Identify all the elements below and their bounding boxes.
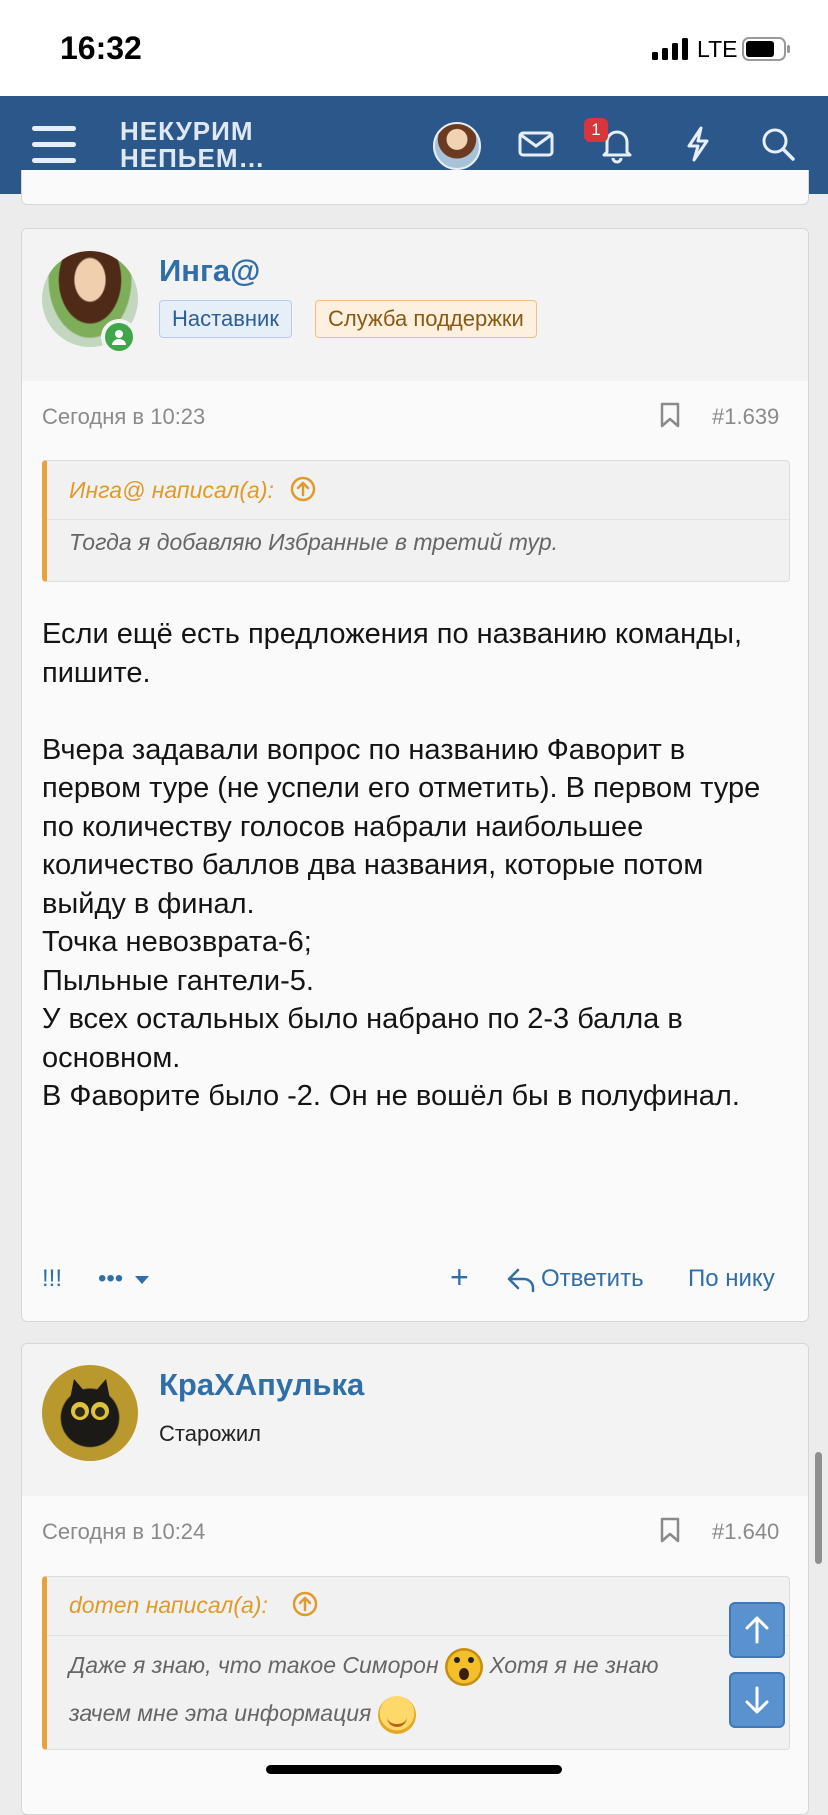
bookmark-icon[interactable] [660,1517,680,1543]
shocked-emoji-icon [445,1647,483,1686]
menu-icon[interactable] [32,126,76,164]
status-time: 16:32 [60,30,142,66]
user-title: Старожил [159,1421,262,1446]
post-date[interactable]: Сегодня в 10:24 [42,1519,205,1545]
scroll-down-button[interactable] [729,1672,785,1728]
author-name[interactable]: Инга@ [159,253,260,289]
previous-post-edge [21,170,809,205]
quote-author[interactable]: domen написал(а): [69,1592,268,1619]
mail-icon[interactable] [516,124,556,164]
quote-text: Даже я знаю, что такое Симорон Хотя я не… [69,1641,769,1737]
scrollbar[interactable] [815,1452,822,1564]
user-avatar[interactable] [433,122,481,170]
logo-line2: НЕПЬЕМ… [120,143,266,173]
by-nick-button[interactable]: По нику [688,1265,775,1293]
notification-badge: 1 [584,118,608,142]
arrow-down-icon [745,1686,769,1714]
quote-separator [47,1635,789,1636]
arrow-up-icon [745,1616,769,1644]
user-badge-mentor: Наставник [159,300,292,338]
signal-icon [652,38,688,60]
caret-down-icon [134,1275,149,1284]
post-paragraph: Точка невозврата-6; [42,926,312,958]
arrow-up-circle-icon[interactable] [290,476,316,502]
cat-image [70,1379,110,1420]
author-name[interactable]: КраХАпулька [159,1367,364,1403]
post-header: Инга@ Наставник Служба поддержки [22,229,808,381]
post-paragraph: У всех остальных было набрано по 2-3 бал… [42,1003,683,1074]
reply-button[interactable]: Ответить [541,1265,644,1293]
quote-block: Инга@ написал(а): Тогда я добавляю Избра… [42,460,790,582]
post-card: КраХАпулька Старожил Сегодня в 10:24 #1.… [21,1343,809,1815]
scroll-up-button[interactable] [729,1602,785,1658]
post-header: КраХАпулька Старожил [22,1344,808,1496]
user-icon [112,330,126,345]
plus-button[interactable]: + [450,1259,469,1296]
search-icon[interactable] [758,124,798,164]
post-blank-line [42,692,792,731]
post-paragraph: Вчера задавали вопрос по названию Фавори… [42,733,761,920]
lightning-icon[interactable] [678,124,718,164]
post-paragraph: В Фаворите было -2. Он не вошёл бы в пол… [42,1080,740,1112]
quote-text: Тогда я добавляю Избранные в третий тур. [69,529,559,555]
post-paragraph: Если ещё есть предложения по названию ко… [42,618,743,689]
post-number[interactable]: #1.640 [712,1519,779,1545]
site-logo[interactable]: НЕКУРИМ НЕПЬЕМ… [120,118,266,172]
smile-emoji-icon [377,1695,416,1734]
quote-text-part: Даже я знаю, что такое Симорон [69,1652,439,1678]
post-actions: !!! ••• + Ответить По нику [22,1259,808,1301]
home-indicator[interactable] [266,1765,562,1774]
post-number[interactable]: #1.639 [712,404,779,430]
bookmark-icon[interactable] [660,402,680,428]
more-menu-button[interactable]: ••• [98,1265,150,1293]
quote-author[interactable]: Инга@ написал(а): [69,477,274,504]
quote-text-part: зачем мне эта информация [69,1700,372,1726]
quote-block: domen написал(а): Даже я знаю, что такое… [42,1576,790,1750]
status-bar: 16:32 LTE [0,0,828,96]
arrow-up-circle-icon[interactable] [292,1591,318,1617]
battery-icon [742,37,790,61]
network-type: LTE [697,36,738,62]
user-badge-support: Служба поддержки [315,300,537,338]
logo-line1: НЕКУРИМ [120,116,254,146]
quote-text-part: Хотя я не знаю [489,1652,659,1678]
post-body: Если ещё есть предложения по названию ко… [42,615,792,1116]
reply-icon[interactable] [507,1267,535,1293]
post-paragraph: Пыльные гантели-5. [42,964,314,997]
post-card: Инга@ Наставник Служба поддержки Сегодня… [21,228,809,1322]
more-dots: ••• [98,1265,124,1292]
report-link[interactable]: !!! [42,1265,62,1293]
post-date[interactable]: Сегодня в 10:23 [42,404,205,430]
